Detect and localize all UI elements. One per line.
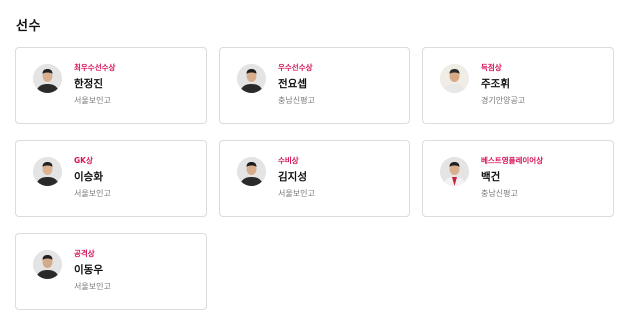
player-school: 충남신평고: [278, 96, 315, 105]
player-school: 서울보인고: [278, 189, 315, 198]
player-photo-icon: [237, 64, 266, 93]
player-photo-icon: [33, 157, 62, 186]
player-name: 한정진: [74, 78, 103, 90]
player-avatar: [33, 157, 62, 186]
player-name: 김지성: [278, 171, 307, 183]
player-avatar: [33, 250, 62, 279]
player-card[interactable]: 최우수선수상 한정진 서울보인고: [15, 47, 207, 124]
award-label: 공격상: [74, 249, 95, 258]
player-info: 수비상 김지성 서울보인고: [278, 156, 315, 199]
player-name: 전요셉: [278, 78, 307, 90]
player-photo-icon: [33, 250, 62, 279]
player-avatar: [440, 64, 469, 93]
award-label: GK상: [74, 156, 93, 165]
player-name: 백건: [481, 171, 501, 183]
player-info: 베스트영플레이어상 백건 충남신평고: [481, 156, 543, 199]
award-label: 우수선수상: [278, 63, 313, 72]
awards-page: 선수 최우수선수상 한정진 서울보인고 우수선수상 전요셉 충남신평고 득점상 …: [0, 0, 626, 314]
player-award-grid: 최우수선수상 한정진 서울보인고 우수선수상 전요셉 충남신평고 득점상 주조휘…: [15, 47, 614, 310]
player-info: 최우수선수상 한정진 서울보인고: [74, 63, 115, 106]
player-photo-icon: [237, 157, 266, 186]
player-school: 충남신평고: [481, 189, 518, 198]
player-avatar: [440, 157, 469, 186]
player-school: 서울보인고: [74, 96, 111, 105]
award-label: 득점상: [481, 63, 502, 72]
section-title: 선수: [16, 19, 41, 34]
award-label: 최우수선수상: [74, 63, 116, 72]
player-card[interactable]: GK상 이승화 서울보인고: [15, 140, 207, 217]
player-avatar: [237, 64, 266, 93]
player-card[interactable]: 베스트영플레이어상 백건 충남신평고: [422, 140, 614, 217]
player-photo-icon: [440, 157, 469, 186]
player-info: 득점상 주조휘 경기안양공고: [481, 63, 525, 106]
award-label: 수비상: [278, 156, 299, 165]
player-name: 이승화: [74, 171, 103, 183]
player-card[interactable]: 수비상 김지성 서울보인고: [219, 140, 410, 217]
player-info: GK상 이승화 서울보인고: [74, 156, 111, 199]
player-card[interactable]: 공격상 이동우 서울보인고: [15, 233, 207, 310]
award-label: 베스트영플레이어상: [481, 156, 544, 165]
player-info: 우수선수상 전요셉 충남신평고: [278, 63, 315, 106]
player-photo-icon: [33, 64, 62, 93]
player-avatar: [33, 64, 62, 93]
player-card[interactable]: 우수선수상 전요셉 충남신평고: [219, 47, 410, 124]
player-school: 서울보인고: [74, 189, 111, 198]
player-card[interactable]: 득점상 주조휘 경기안양공고: [422, 47, 614, 124]
player-info: 공격상 이동우 서울보인고: [74, 249, 111, 292]
player-avatar: [237, 157, 266, 186]
player-name: 주조휘: [481, 78, 510, 90]
player-school: 경기안양공고: [481, 96, 526, 105]
player-name: 이동우: [74, 264, 103, 276]
player-school: 서울보인고: [74, 282, 111, 291]
player-photo-icon: [440, 64, 469, 93]
